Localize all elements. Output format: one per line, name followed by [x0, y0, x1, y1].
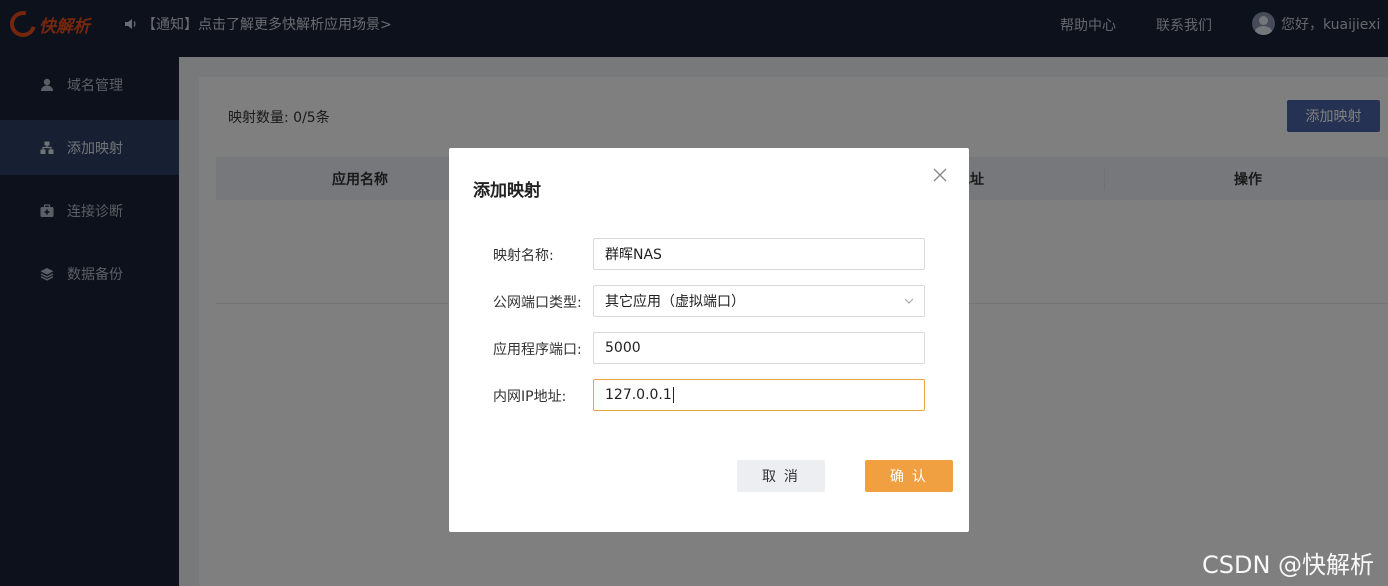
app-port-label: 应用程序端口: [493, 342, 582, 358]
port-type-value: 其它应用（虚拟端口） [605, 294, 745, 310]
intranet-ip-input[interactable]: 127.0.0.1 [593, 379, 925, 411]
app-port-input[interactable]: 5000 [593, 332, 925, 364]
text-caret [672, 387, 674, 403]
app-port-value: 5000 [605, 340, 641, 356]
intranet-ip-label: 内网IP地址: [493, 389, 567, 405]
watermark: CSDN @快解析 [1202, 551, 1375, 579]
intranet-ip-value: 127.0.0.1 [605, 387, 672, 403]
cancel-button[interactable]: 取 消 [737, 460, 825, 492]
confirm-button[interactable]: 确 认 [865, 460, 953, 492]
dialog-title: 添加映射 [473, 181, 541, 201]
mapping-name-value: 群晖NAS [605, 247, 662, 263]
chevron-down-icon [904, 298, 914, 304]
mapping-name-input[interactable]: 群晖NAS [593, 238, 925, 270]
close-icon[interactable] [932, 167, 948, 183]
port-type-select[interactable]: 其它应用（虚拟端口） [593, 285, 925, 317]
mapping-name-label: 映射名称: [493, 248, 554, 264]
port-type-label: 公网端口类型: [493, 295, 582, 311]
add-mapping-dialog: 添加映射 映射名称: 群晖NAS 公网端口类型: 其它应用（虚拟端口） 应用程序… [449, 148, 969, 532]
